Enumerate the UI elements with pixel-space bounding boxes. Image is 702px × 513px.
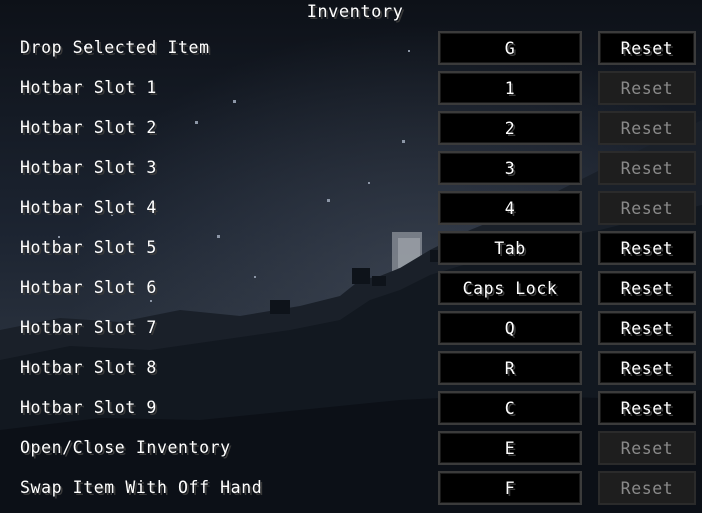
keybind-label: Hotbar Slot 6 (20, 278, 157, 297)
keybind-label: Hotbar Slot 4 (20, 198, 157, 217)
keybind-button[interactable]: 4 (438, 191, 582, 225)
keybind-button[interactable]: C (438, 391, 582, 425)
keybind-label: Hotbar Slot 9 (20, 398, 157, 417)
keybind-label: Open/Close Inventory (20, 438, 231, 457)
keybind-label: Hotbar Slot 8 (20, 358, 157, 377)
keybind-row: Drop Selected Item G Reset (0, 31, 702, 69)
keybind-button[interactable]: F (438, 471, 582, 505)
keybind-button[interactable]: G (438, 31, 582, 65)
keybind-label: Hotbar Slot 2 (20, 118, 157, 137)
keybind-label: Drop Selected Item (20, 38, 210, 57)
reset-button[interactable]: Reset (598, 231, 696, 265)
keybind-row: Hotbar Slot 2 2 Reset (0, 111, 702, 149)
keybind-button[interactable]: Caps Lock (438, 271, 582, 305)
reset-button[interactable]: Reset (598, 191, 696, 225)
keybind-row: Hotbar Slot 5 Tab Reset (0, 231, 702, 269)
keybind-row: Hotbar Slot 6 Caps Lock Reset (0, 271, 702, 309)
reset-button[interactable]: Reset (598, 31, 696, 65)
reset-button[interactable]: Reset (598, 271, 696, 305)
reset-button[interactable]: Reset (598, 471, 696, 505)
reset-button[interactable]: Reset (598, 71, 696, 105)
keybind-label: Swap Item With Off Hand (20, 478, 263, 497)
keybind-row: Hotbar Slot 3 3 Reset (0, 151, 702, 189)
keybind-button[interactable]: 1 (438, 71, 582, 105)
reset-button[interactable]: Reset (598, 391, 696, 425)
keybind-row: Swap Item With Off Hand F Reset (0, 471, 702, 509)
keybind-row: Hotbar Slot 8 R Reset (0, 351, 702, 389)
keybind-row: Hotbar Slot 7 Q Reset (0, 311, 702, 349)
keybind-label: Hotbar Slot 7 (20, 318, 157, 337)
keybind-row: Hotbar Slot 1 1 Reset (0, 71, 702, 109)
reset-button[interactable]: Reset (598, 351, 696, 385)
keybind-button[interactable]: R (438, 351, 582, 385)
keybind-row: Open/Close Inventory E Reset (0, 431, 702, 469)
controls-screen: Inventory Drop Selected Item G Reset Hot… (0, 0, 702, 513)
keybind-label: Hotbar Slot 5 (20, 238, 157, 257)
reset-button[interactable]: Reset (598, 431, 696, 465)
keybind-button[interactable]: Q (438, 311, 582, 345)
keybind-button[interactable]: 2 (438, 111, 582, 145)
keybind-label: Hotbar Slot 1 (20, 78, 157, 97)
keybind-label: Hotbar Slot 3 (20, 158, 157, 177)
keybind-button[interactable]: E (438, 431, 582, 465)
reset-button[interactable]: Reset (598, 151, 696, 185)
keybind-button[interactable]: 3 (438, 151, 582, 185)
keybind-row: Hotbar Slot 4 4 Reset (0, 191, 702, 229)
section-title: Inventory (306, 2, 404, 22)
keybind-row: Hotbar Slot 9 C Reset (0, 391, 702, 429)
reset-button[interactable]: Reset (598, 111, 696, 145)
reset-button[interactable]: Reset (598, 311, 696, 345)
keybind-button[interactable]: Tab (438, 231, 582, 265)
